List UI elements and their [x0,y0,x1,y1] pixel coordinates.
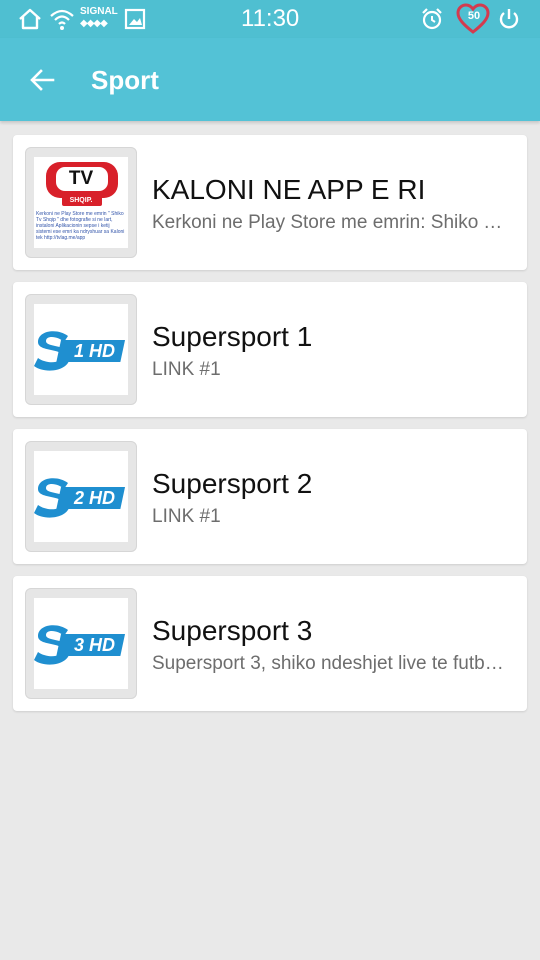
item-title: Supersport 3 [152,615,313,646]
supersport-hd-label: 1 HD [74,341,116,361]
image-icon [123,5,147,33]
power-icon [496,5,522,33]
item-subtitle: Kerkoni ne Play Store me emrin: Shiko Tv… [152,212,512,233]
shqip-logo-text: SHQIP. [69,197,93,204]
item-subtitle: Supersport 3, shiko ndeshjet live te fut… [152,653,512,674]
item-title: KALONI NE APP E RI [152,174,426,205]
thumbnail-frame: TV SHQIP. Kerkoni ne Play Store me emrin… [25,147,137,258]
item-title: Supersport 2 [152,468,313,499]
item-subtitle: LINK #1 [152,506,221,527]
alarm-icon [419,5,445,33]
battery-level: 50 [467,10,481,22]
supersport-hd-label: 3 HD [74,635,116,655]
supersport-2-hd-logo: 2 HD [34,451,128,542]
supersport-3-hd-logo: 3 HD [34,598,128,689]
logo-caption: Kerkoni ne Play Store me emrin " Shiko T… [36,211,125,241]
status-time: 11:30 [241,5,300,32]
supersport-hd-label: 2 HD [74,488,116,508]
home-icon [16,5,44,33]
list-item[interactable]: 1 HD Supersport 1 LINK #1 [13,282,527,417]
arrow-left-icon [30,69,55,91]
signal-strength-dots: ◆◆◆◆ [80,18,108,29]
wifi-icon [48,5,76,33]
thumbnail-frame: 3 HD [25,588,137,699]
supersport-1-hd-logo: 1 HD [34,304,128,395]
item-title: Supersport 1 [152,321,313,352]
page-title: Sport [91,65,159,95]
status-bar: SIGNAL ◆◆◆◆ 11:30 50 [0,0,540,38]
app-bar: Sport [0,38,540,121]
list-item[interactable]: TV SHQIP. Kerkoni ne Play Store me emrin… [13,135,527,270]
tv-shqip-logo: TV SHQIP. Kerkoni ne Play Store me emrin… [34,157,128,248]
back-button[interactable] [22,60,62,100]
tv-logo-text: TV [68,168,94,189]
thumbnail-frame: 2 HD [25,441,137,552]
list-item[interactable]: 2 HD Supersport 2 LINK #1 [13,429,527,564]
signal-label: SIGNAL [80,6,118,17]
list-item[interactable]: 3 HD Supersport 3 Supersport 3, shiko nd… [13,576,527,711]
item-subtitle: LINK #1 [152,359,221,380]
thumbnail-frame: 1 HD [25,294,137,405]
